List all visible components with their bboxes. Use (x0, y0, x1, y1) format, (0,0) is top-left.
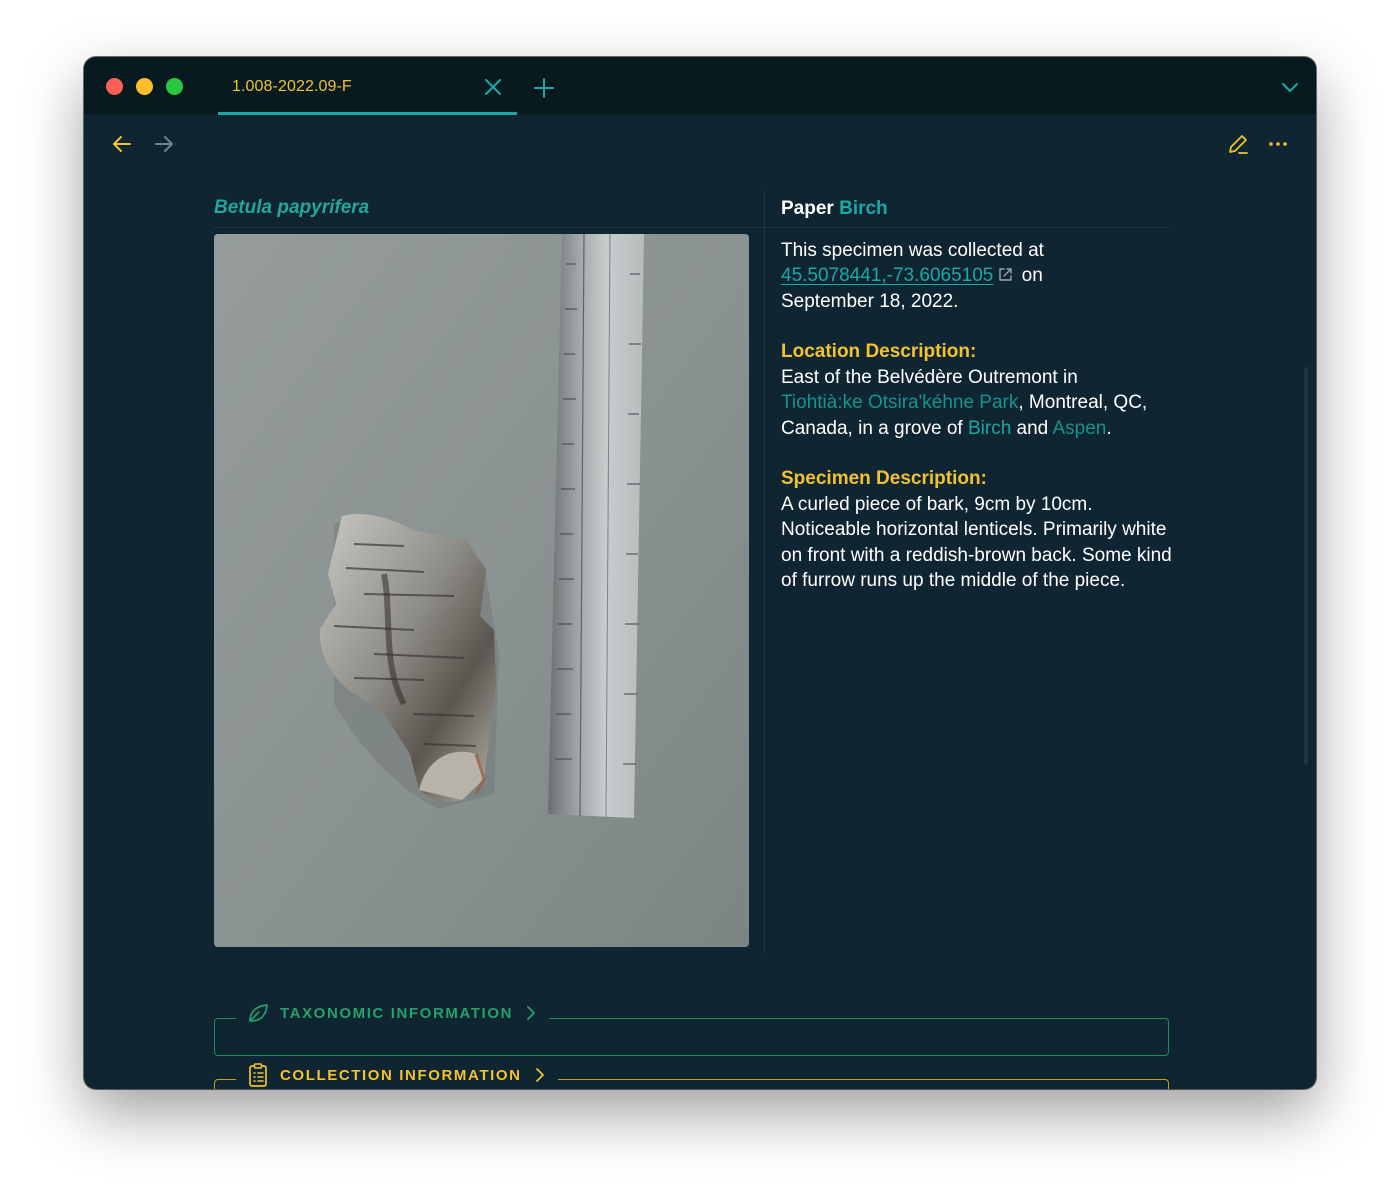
collection-summary: This specimen was collected at 45.507844… (781, 238, 1173, 315)
chevron-down-icon[interactable] (1280, 79, 1300, 95)
more-options-icon[interactable] (1266, 132, 1290, 156)
chevron-right-icon (535, 1068, 544, 1082)
specimen-description-heading: Specimen Description: (781, 468, 987, 489)
common-name-link[interactable]: Birch (839, 198, 888, 219)
header-divider-left (214, 227, 764, 228)
new-tab-icon[interactable] (533, 77, 555, 99)
location-text-3: and (1016, 417, 1049, 439)
leaf-icon (249, 1004, 268, 1022)
column-divider (764, 190, 765, 953)
collected-prefix: This specimen was collected at (781, 239, 1044, 261)
common-name-text: Paper (781, 198, 834, 219)
app-window: 1.008-2022.09-F Betula papyrifera Paper … (84, 57, 1316, 1089)
common-name: Paper Birch (781, 196, 1173, 222)
location-heading: Location Description: (781, 341, 977, 362)
park-link[interactable]: Tiohtià:ke Otsira'kéhne Park (781, 392, 1018, 413)
back-arrow-icon[interactable] (110, 132, 134, 156)
zoom-window-button[interactable] (166, 78, 183, 95)
scrollbar[interactable] (1304, 367, 1308, 765)
tab-title: 1.008-2022.09-F (232, 78, 352, 95)
collection-information-label: COLLECTION INFORMATION (280, 1066, 522, 1084)
external-link-icon[interactable] (997, 266, 1014, 283)
collected-on: on (1021, 265, 1043, 286)
tab-active[interactable]: 1.008-2022.09-F (218, 57, 517, 115)
specimen-description-text: A curled piece of bark, 9cm by 10cm. Not… (781, 493, 1172, 592)
specimen-photo[interactable] (214, 234, 749, 947)
chevron-right-icon (527, 1006, 535, 1020)
taxonomic-information-label: TAXONOMIC INFORMATION (280, 1004, 514, 1022)
location-text-4: . (1106, 417, 1112, 439)
collection-information-header[interactable]: COLLECTION INFORMATION (236, 1062, 558, 1088)
clipboard-icon (249, 1063, 267, 1087)
close-window-button[interactable] (106, 78, 123, 95)
specimen-details: Paper Birch This specimen was collected … (781, 196, 1173, 594)
tab-close-icon[interactable] (483, 77, 503, 97)
forward-arrow-icon[interactable] (152, 132, 176, 156)
taxonomic-information-header[interactable]: TAXONOMIC INFORMATION (236, 1001, 550, 1025)
title-bar: 1.008-2022.09-F (84, 57, 1316, 115)
location-text-1: East of the Belvédère Outremont in (781, 366, 1078, 388)
scientific-name: Betula papyrifera (214, 197, 370, 218)
aspen-link[interactable]: Aspen (1052, 418, 1106, 439)
coordinates-link[interactable]: 45.5078441,-73.6065105 (781, 265, 993, 286)
location-description: East of the Belvédère Outremont in Tioht… (781, 365, 1173, 442)
collected-date: September 18, 2022. (781, 290, 959, 312)
edit-pencil-icon[interactable] (1226, 132, 1250, 156)
birch-link[interactable]: Birch (968, 418, 1011, 439)
minimize-window-button[interactable] (136, 78, 153, 95)
